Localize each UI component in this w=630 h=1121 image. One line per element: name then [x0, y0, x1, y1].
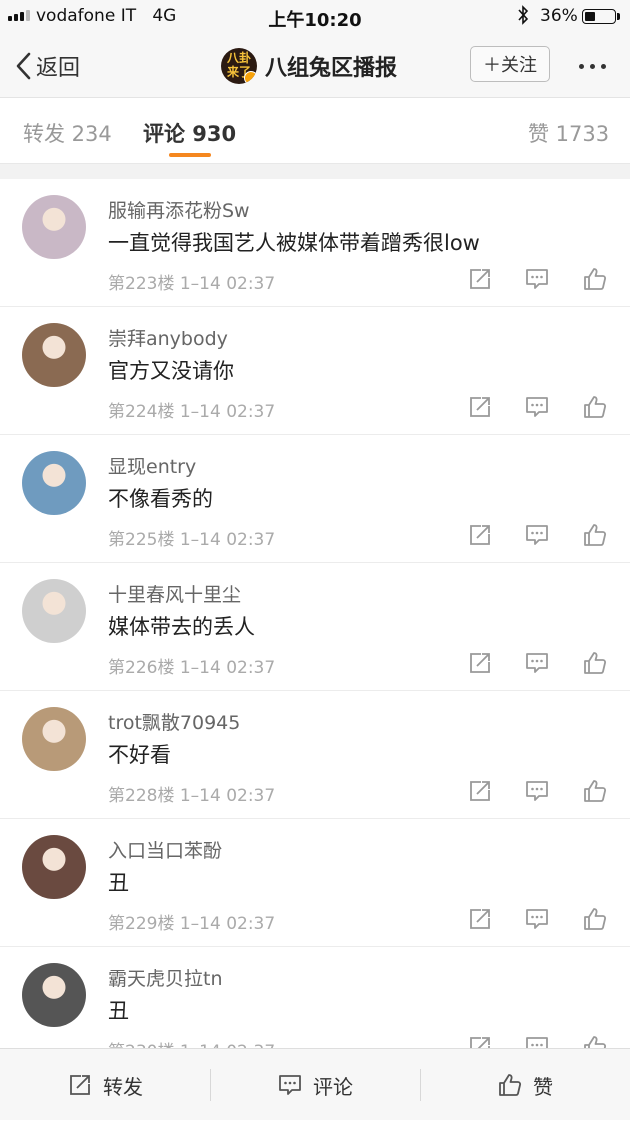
- comment-meta: 第226楼 1–14 02:37: [108, 658, 276, 678]
- comment-icon: [279, 1075, 301, 1095]
- like-icon[interactable]: [581, 649, 609, 677]
- comment-meta: 第229楼 1–14 02:37: [108, 914, 276, 934]
- like-icon[interactable]: [581, 521, 609, 549]
- repost-icon[interactable]: [466, 649, 494, 677]
- commenter-avatar[interactable]: [22, 963, 86, 1027]
- tab-comment[interactable]: 评论 930: [143, 118, 236, 148]
- comment-text: 不好看: [108, 743, 171, 767]
- comment-text: 丑: [108, 999, 129, 1023]
- reply-icon[interactable]: [523, 393, 551, 421]
- status-bar: vodafone IT 4G 上午10:20 36%: [0, 0, 630, 34]
- commenter-name[interactable]: trot飘散70945: [108, 708, 240, 735]
- like-icon[interactable]: [581, 905, 609, 933]
- like-icon[interactable]: [581, 265, 609, 293]
- commenter-avatar[interactable]: [22, 451, 86, 515]
- comment-item[interactable]: 显现entry 不像看秀的第225楼 1–14 02:37: [0, 435, 630, 563]
- commenter-avatar[interactable]: [22, 707, 86, 771]
- bluetooth-icon: [517, 5, 529, 30]
- tab-like[interactable]: 赞 1733: [528, 118, 609, 148]
- tab-bar: 转发 234 评论 930 赞 1733: [0, 98, 630, 164]
- reply-icon[interactable]: [523, 521, 551, 549]
- commenter-name[interactable]: 霸天虎贝拉tn: [108, 964, 223, 991]
- battery-icon: [582, 9, 616, 24]
- account-header[interactable]: 八卦来了 八组兔区播报: [221, 48, 397, 84]
- comment-item[interactable]: trot飘散70945 不好看第228楼 1–14 02:37: [0, 691, 630, 819]
- commenter-avatar[interactable]: [22, 323, 86, 387]
- more-icon[interactable]: [570, 48, 614, 84]
- comment-text: 官方又没请你: [108, 359, 234, 383]
- back-label: 返回: [36, 56, 81, 81]
- repost-icon[interactable]: [466, 521, 494, 549]
- comment-meta: 第230楼 1–14 02:37: [108, 1037, 275, 1048]
- like-icon[interactable]: [581, 393, 609, 421]
- commenter-name[interactable]: 服输再添花粉Sw: [108, 196, 250, 223]
- clock: 上午10:20: [268, 10, 362, 31]
- comment-meta: 第225楼 1–14 02:37: [108, 530, 276, 550]
- comment-item[interactable]: 崇拜anybody 官方又没请你第224楼 1–14 02:37: [0, 307, 630, 435]
- comment-item[interactable]: 十里春风十里尘 媒体带去的丢人第226楼 1–14 02:37: [0, 563, 630, 691]
- battery-tip: [617, 13, 620, 20]
- repost-icon[interactable]: [466, 777, 494, 805]
- commenter-avatar[interactable]: [22, 835, 86, 899]
- account-avatar[interactable]: 八卦来了: [221, 48, 257, 84]
- comment-item[interactable]: 入口当口苯酚丑第229楼 1–14 02:37: [0, 819, 630, 947]
- repost-icon[interactable]: [466, 905, 494, 933]
- repost-label: 转发: [103, 1074, 143, 1099]
- reply-icon[interactable]: [523, 1033, 551, 1048]
- commenter-name[interactable]: 入口当口苯酚: [108, 836, 222, 863]
- commenter-name[interactable]: 崇拜anybody: [108, 324, 228, 351]
- comment-item[interactable]: 霸天虎贝拉tn 丑第230楼 1–14 02:37: [0, 947, 630, 1048]
- follow-button[interactable]: ＋关注: [470, 46, 550, 82]
- repost-button[interactable]: 转发: [0, 1049, 210, 1121]
- tab-repost[interactable]: 转发 234: [23, 118, 112, 148]
- like-label: 赞: [533, 1074, 553, 1099]
- comment-item[interactable]: 服输再添花粉Sw 一直觉得我国艺人被媒体带着蹭秀很low 第223楼 1–14 02…: [0, 179, 630, 307]
- comment-meta: 第223楼 1–14 02:37: [108, 274, 276, 294]
- bottom-action-bar: 转发 评论 赞: [0, 1048, 630, 1120]
- repost-icon[interactable]: [466, 265, 494, 293]
- repost-icon[interactable]: [466, 1033, 494, 1048]
- list-divider: [0, 164, 630, 179]
- back-button[interactable]: 返回: [14, 48, 80, 84]
- like-icon[interactable]: [581, 1033, 609, 1048]
- comment-list[interactable]: 服输再添花粉Sw 一直觉得我国艺人被媒体带着蹭秀很low 第223楼 1–14 02…: [0, 164, 630, 1048]
- verified-badge-icon: [244, 71, 257, 84]
- comment-text: 丑: [108, 871, 129, 895]
- repost-icon[interactable]: [466, 393, 494, 421]
- chevron-left-icon: [16, 52, 31, 80]
- commenter-avatar[interactable]: [22, 195, 86, 259]
- commenter-name[interactable]: 十里春风十里尘: [108, 580, 241, 607]
- battery-level: [585, 12, 595, 21]
- nav-bar: 返回 八卦来了 八组兔区播报 ＋关注: [0, 34, 630, 98]
- reply-icon[interactable]: [523, 265, 551, 293]
- reply-icon[interactable]: [523, 777, 551, 805]
- like-icon[interactable]: [581, 777, 609, 805]
- commenter-avatar[interactable]: [22, 579, 86, 643]
- repost-icon: [70, 1075, 90, 1095]
- active-tab-indicator: [169, 153, 211, 157]
- comment-meta: 第228楼 1–14 02:37: [108, 786, 276, 806]
- comment-text: 一直觉得我国艺人被媒体带着蹭秀很low: [108, 231, 480, 255]
- comment-button[interactable]: 评论: [210, 1049, 420, 1121]
- comment-meta: 第224楼 1–14 02:37: [108, 402, 276, 422]
- reply-icon[interactable]: [523, 905, 551, 933]
- battery-percent: 36%: [540, 6, 578, 26]
- comment-text: 不像看秀的: [108, 487, 213, 511]
- commenter-name[interactable]: 显现entry: [108, 452, 196, 479]
- like-button[interactable]: 赞: [420, 1049, 630, 1121]
- reply-icon[interactable]: [523, 649, 551, 677]
- like-icon: [499, 1074, 522, 1096]
- page-title: 八组兔区播报: [265, 56, 398, 81]
- comment-label: 评论: [313, 1074, 353, 1099]
- comment-text: 媒体带去的丢人: [108, 615, 255, 639]
